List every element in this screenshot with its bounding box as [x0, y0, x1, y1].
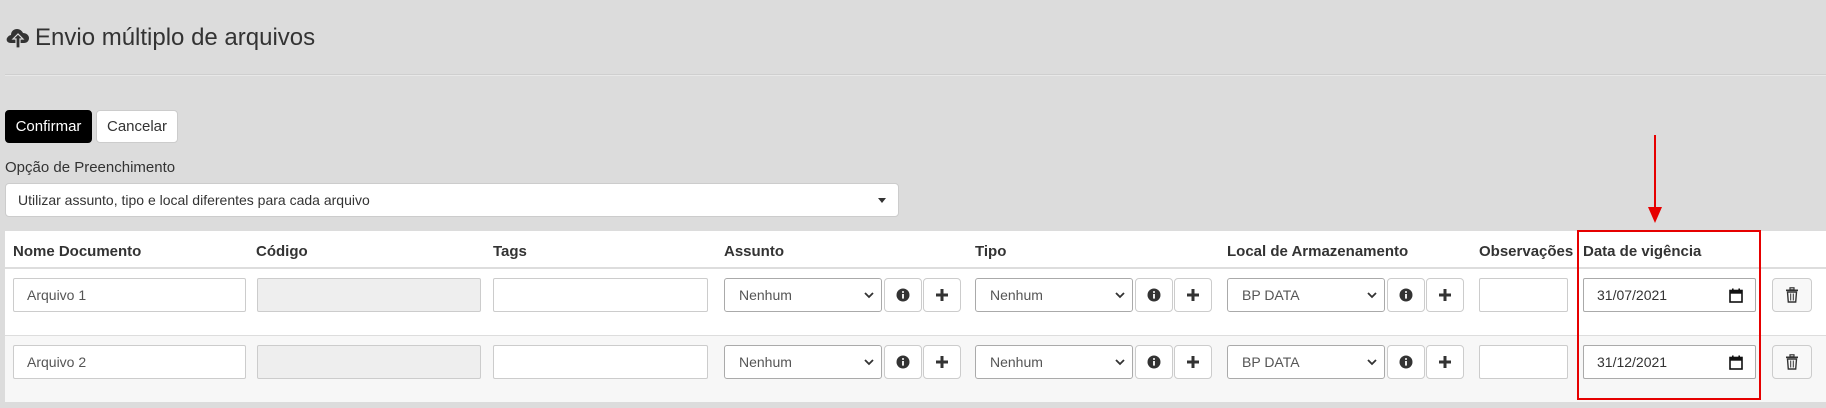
tipo-value: Nenhum [990, 354, 1043, 370]
cancel-button[interactable]: Cancelar [96, 110, 178, 143]
plus-icon [1187, 356, 1199, 368]
column-header-assunto: Assunto [724, 243, 784, 260]
info-icon [896, 288, 910, 302]
plus-icon [1439, 356, 1451, 368]
tipo-select[interactable]: Nenhum [975, 278, 1133, 312]
assunto-info-button[interactable] [884, 345, 922, 379]
delete-row-button[interactable] [1772, 345, 1812, 379]
info-icon [1399, 288, 1413, 302]
chevron-down-icon [1115, 359, 1125, 366]
cloud-upload-icon [6, 29, 29, 49]
column-header-observacoes: Observações [1479, 243, 1574, 260]
plus-icon [936, 356, 948, 368]
chevron-down-icon [864, 292, 874, 299]
column-header-tags: Tags [493, 243, 527, 260]
tipo-info-button[interactable] [1135, 345, 1173, 379]
data-vigencia-input[interactable]: 31/12/2021 [1583, 345, 1756, 379]
observacoes-input[interactable] [1479, 345, 1568, 379]
data-vigencia-value: 31/12/2021 [1597, 354, 1668, 370]
column-header-data-vigencia: Data de vigência [1583, 243, 1702, 260]
plus-icon [1439, 289, 1451, 301]
trash-icon [1786, 354, 1798, 370]
info-icon [896, 355, 910, 369]
local-info-button[interactable] [1387, 278, 1425, 312]
page-title: Envio múltiplo de arquivos [35, 24, 316, 51]
local-add-button[interactable] [1426, 345, 1464, 379]
codigo-input[interactable] [257, 278, 481, 312]
chevron-down-icon [1367, 359, 1377, 366]
column-header-nome: Nome Documento [13, 243, 142, 260]
table-row: Arquivo 2 Nenhum Nenhum BP DATA 31/12/20… [5, 335, 1826, 402]
annotation-arrow [1648, 135, 1662, 223]
info-icon [1147, 355, 1161, 369]
calendar-icon[interactable] [1729, 355, 1743, 370]
header-divider [5, 74, 1826, 76]
local-info-button[interactable] [1387, 345, 1425, 379]
tipo-add-button[interactable] [1174, 278, 1212, 312]
tipo-add-button[interactable] [1174, 345, 1212, 379]
confirm-button[interactable]: Confirmar [5, 110, 92, 143]
assunto-info-button[interactable] [884, 278, 922, 312]
column-header-codigo: Código [256, 243, 308, 260]
local-armazenamento-value: BP DATA [1242, 287, 1300, 303]
info-icon [1399, 355, 1413, 369]
fill-option-select[interactable]: Utilizar assunto, tipo e local diferente… [5, 183, 899, 217]
table-row: Arquivo 1 Nenhum Nenhum BP DATA 31/07/20… [5, 269, 1826, 335]
chevron-down-icon [1367, 292, 1377, 299]
tipo-info-button[interactable] [1135, 278, 1173, 312]
assunto-add-button[interactable] [923, 278, 961, 312]
assunto-value: Nenhum [739, 287, 792, 303]
fill-option-value: Utilizar assunto, tipo e local diferente… [18, 192, 370, 208]
plus-icon [1187, 289, 1199, 301]
plus-icon [936, 289, 948, 301]
codigo-input[interactable] [257, 345, 481, 379]
nome-documento-input[interactable]: Arquivo 1 [13, 278, 246, 312]
delete-row-button[interactable] [1772, 278, 1812, 312]
column-header-tipo: Tipo [975, 243, 1007, 260]
assunto-value: Nenhum [739, 354, 792, 370]
nome-documento-input[interactable]: Arquivo 2 [13, 345, 246, 379]
fill-option-label: Opção de Preenchimento [5, 159, 176, 176]
tags-input[interactable] [493, 345, 708, 379]
page-header: Envio múltiplo de arquivos [5, 24, 315, 52]
files-table: Nome Documento Código Tags Assunto Tipo … [5, 231, 1826, 402]
data-vigencia-input[interactable]: 31/07/2021 [1583, 278, 1756, 312]
tipo-value: Nenhum [990, 287, 1043, 303]
assunto-add-button[interactable] [923, 345, 961, 379]
local-add-button[interactable] [1426, 278, 1464, 312]
assunto-select[interactable]: Nenhum [724, 278, 882, 312]
info-icon [1147, 288, 1161, 302]
column-header-local: Local de Armazenamento [1227, 243, 1409, 260]
data-vigencia-value: 31/07/2021 [1597, 287, 1668, 303]
assunto-select[interactable]: Nenhum [724, 345, 882, 379]
chevron-down-icon [864, 359, 874, 366]
local-armazenamento-value: BP DATA [1242, 354, 1300, 370]
local-armazenamento-select[interactable]: BP DATA [1227, 278, 1385, 312]
calendar-icon[interactable] [1729, 288, 1743, 303]
caret-down-icon [878, 198, 886, 203]
local-armazenamento-select[interactable]: BP DATA [1227, 345, 1385, 379]
tipo-select[interactable]: Nenhum [975, 345, 1133, 379]
trash-icon [1786, 287, 1798, 303]
observacoes-input[interactable] [1479, 278, 1568, 312]
tags-input[interactable] [493, 278, 708, 312]
chevron-down-icon [1115, 292, 1125, 299]
